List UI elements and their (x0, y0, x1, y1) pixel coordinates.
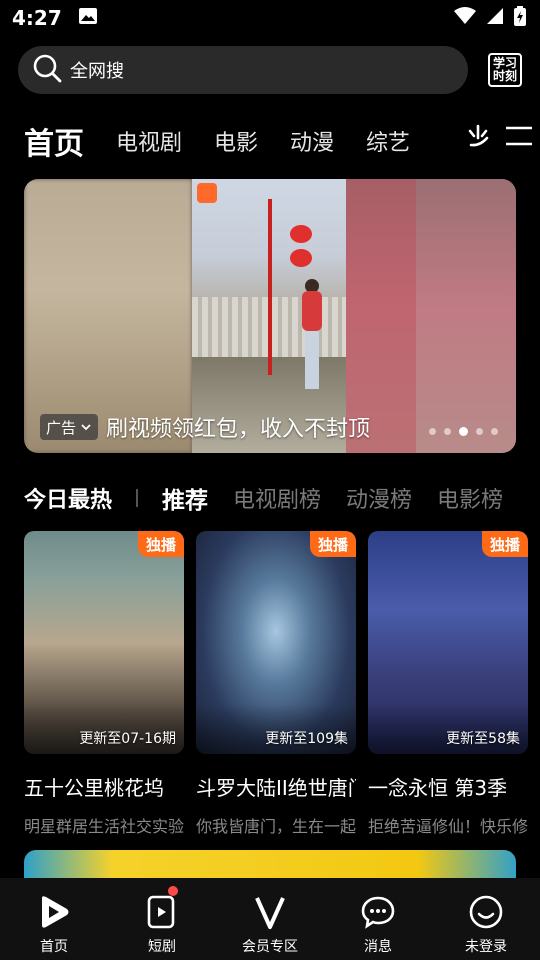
shao-channel-icon[interactable] (466, 124, 490, 152)
card-subtitle: 明星群居生活社交实验 (24, 817, 184, 836)
rank-tab-recommend[interactable]: 推荐 (162, 481, 208, 515)
content-cards: 独播 更新至07-16期 五十公里桃花坞 明星群居生活社交实验 独播 更新至10… (24, 531, 540, 837)
xuexi-label-bottom: 时刻 (492, 69, 517, 83)
carousel-dot (476, 428, 483, 435)
update-status: 更新至109集 (265, 731, 348, 747)
nav-label: 未登录 (465, 939, 507, 955)
nav-label: 首页 (40, 939, 68, 955)
content-card[interactable]: 独播 更新至109集 斗罗大陆II绝世唐门 你我皆唐门，生在一起 (196, 531, 356, 837)
card-title[interactable]: 一念永恒 第3季 (368, 772, 528, 801)
lantern (290, 225, 312, 243)
poster-image[interactable]: 独播 更新至07-16期 (24, 531, 184, 754)
exclusive-badge: 独播 (481, 531, 528, 557)
carousel-dots (429, 427, 498, 436)
signal-icon (486, 7, 504, 29)
channel-tabs: 首页 电视剧 电影 动漫 综艺 (24, 118, 534, 164)
card-subtitle: 拒绝苦逼修仙！快乐修仙 (368, 817, 528, 836)
nav-messages[interactable]: 消息 (328, 894, 428, 956)
carousel-dot (491, 428, 498, 435)
ranking-tabs: 今日最热 推荐 电视剧榜 动漫榜 电影榜 (24, 480, 540, 516)
ad-tag-label: 广告 (46, 418, 77, 437)
card-title[interactable]: 斗罗大陆II绝世唐门 (196, 772, 356, 801)
nav-account[interactable]: 未登录 (436, 894, 536, 956)
short-video-icon (147, 895, 175, 929)
ad-tag[interactable]: 广告 (40, 414, 99, 440)
banner-blur-right (346, 179, 516, 453)
exclusive-badge: 独播 (309, 531, 356, 557)
status-bar: 4:27 (0, 0, 540, 36)
carousel-dot-active (459, 427, 468, 436)
carousel-dot (444, 428, 451, 435)
rank-tab-movie[interactable]: 电影榜 (437, 482, 503, 514)
poster-image[interactable]: 独播 更新至109集 (196, 531, 356, 754)
play-icon (42, 896, 69, 928)
chevron-down-icon (81, 424, 91, 431)
search-input[interactable]: 全网搜 (18, 46, 468, 94)
tab-movie[interactable]: 电影 (214, 125, 258, 157)
update-status: 更新至07-16期 (79, 731, 176, 747)
vip-v-icon (255, 897, 285, 929)
nav-vip[interactable]: 会员专区 (220, 894, 320, 956)
banner-caption: 广告 刷视频领红包，收入不封顶 (40, 411, 370, 443)
tab-home[interactable]: 首页 (24, 119, 84, 163)
status-time: 4:27 (12, 6, 62, 30)
search-icon (32, 53, 62, 87)
wifi-icon (454, 7, 476, 29)
nav-short-drama[interactable]: 短剧 (112, 886, 212, 956)
tab-tv[interactable]: 电视剧 (116, 125, 182, 157)
tab-anime[interactable]: 动漫 (290, 125, 334, 157)
carousel-dot (429, 428, 436, 435)
divider (136, 489, 139, 507)
nav-home[interactable]: 首页 (4, 894, 104, 956)
gallery-notification-icon (78, 7, 98, 29)
lantern (290, 249, 312, 267)
message-icon (361, 896, 395, 929)
nav-label: 短剧 (148, 939, 176, 955)
kuaishou-logo-icon (197, 183, 217, 203)
channel-menu-icon[interactable] (504, 125, 534, 151)
rank-tab-tv[interactable]: 电视剧榜 (233, 482, 321, 514)
promo-banner[interactable]: 广告 刷视频领红包，收入不封顶 (24, 179, 516, 453)
battery-icon (514, 6, 526, 30)
tab-variety[interactable]: 综艺 (366, 125, 410, 157)
notification-dot (168, 886, 178, 896)
ranking-heading: 今日最热 (24, 488, 113, 513)
nav-label: 会员专区 (242, 939, 298, 955)
content-card[interactable]: 独播 更新至58集 一念永恒 第3季 拒绝苦逼修仙！快乐修仙 (368, 531, 528, 837)
lantern-pole (268, 199, 272, 375)
rank-tab-anime[interactable]: 动漫榜 (346, 482, 412, 514)
photo-person (300, 279, 324, 389)
update-status: 更新至58集 (446, 731, 520, 747)
poster-image[interactable]: 独播 更新至58集 (368, 531, 528, 754)
user-face-icon (469, 895, 503, 929)
content-card[interactable]: 独播 更新至07-16期 五十公里桃花坞 明星群居生活社交实验 (24, 531, 184, 837)
exclusive-badge: 独播 (137, 531, 184, 557)
bottom-nav: 首页 短剧 会员专区 消息 未登录 (0, 878, 540, 960)
card-title[interactable]: 五十公里桃花坞 (24, 772, 184, 801)
search-placeholder: 全网搜 (70, 61, 124, 82)
search-row: 全网搜 学习 时刻 (18, 46, 528, 94)
banner-title: 刷视频领红包，收入不封顶 (106, 417, 371, 442)
nav-label: 消息 (364, 939, 392, 955)
xuexi-shike-button[interactable]: 学习 时刻 (488, 53, 522, 87)
card-subtitle: 你我皆唐门，生在一起 (196, 817, 356, 836)
